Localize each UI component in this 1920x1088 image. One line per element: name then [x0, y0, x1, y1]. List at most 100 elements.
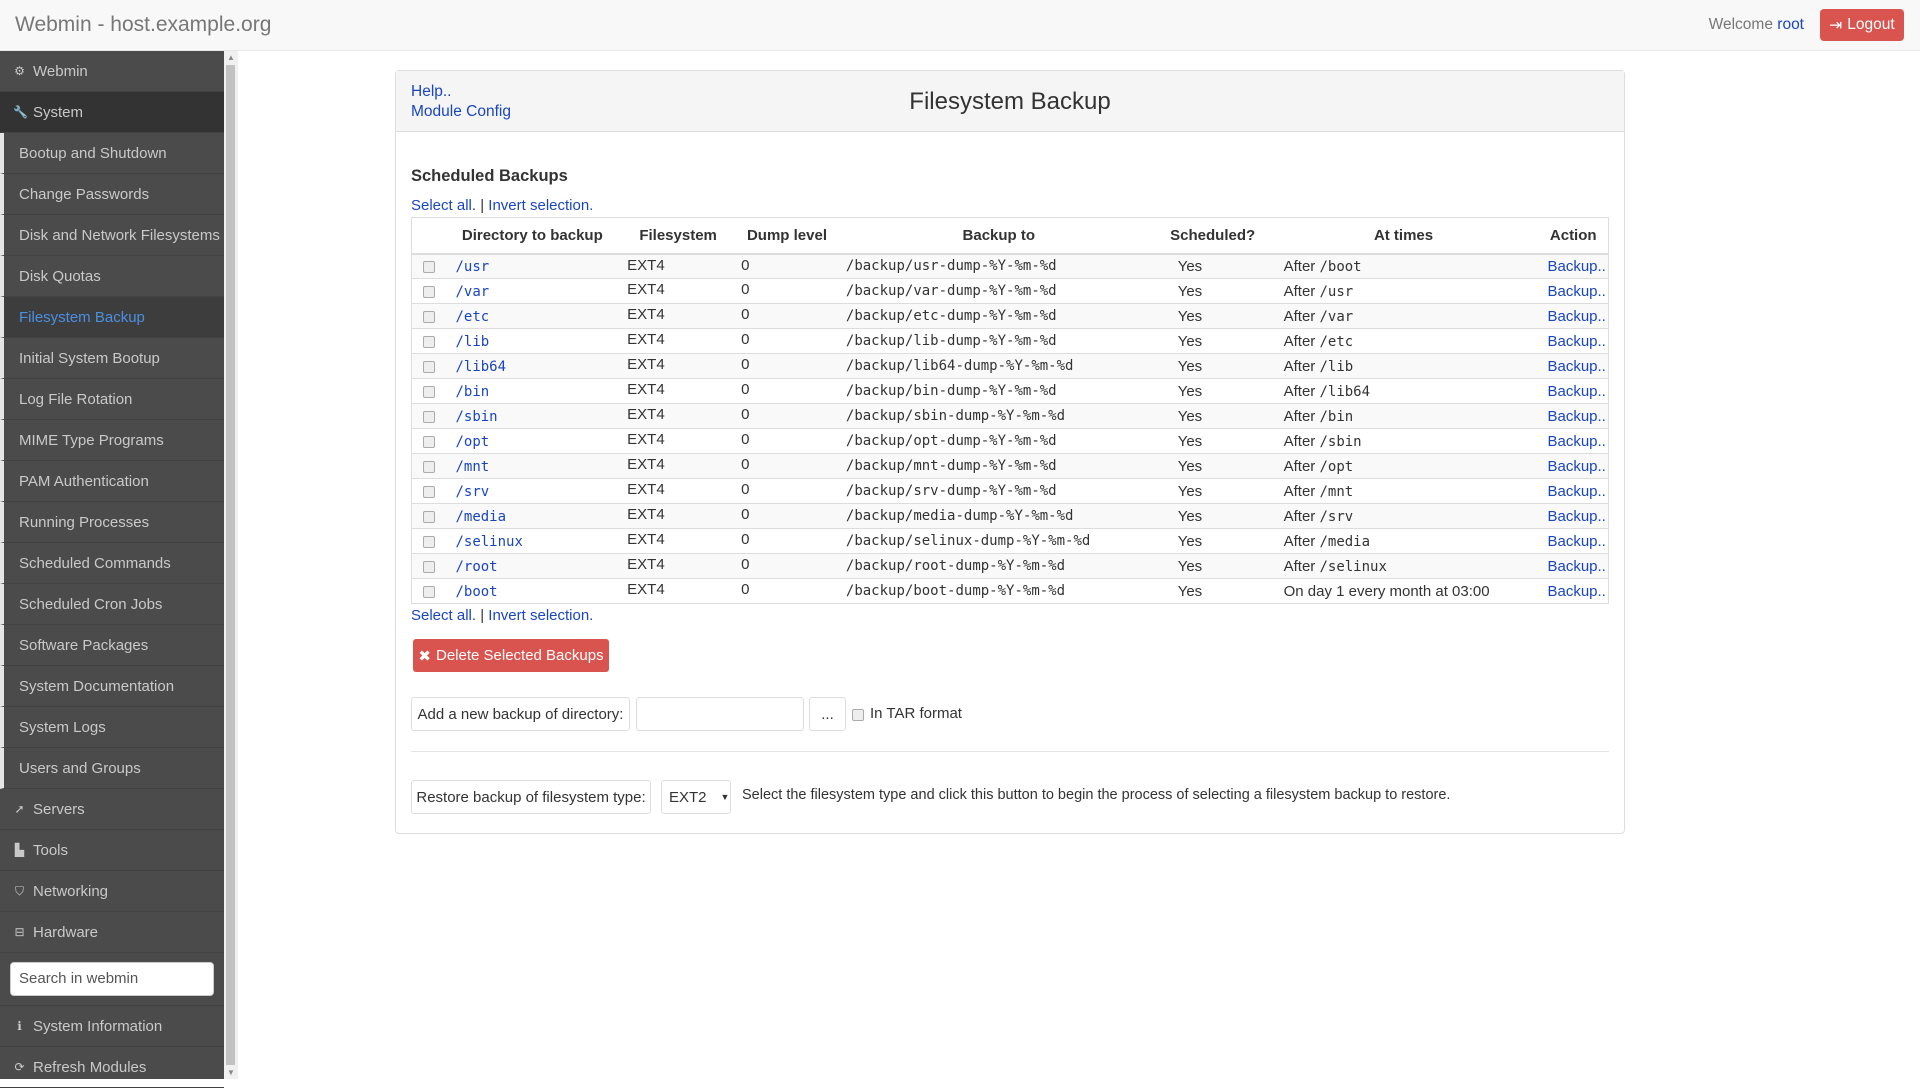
column-header: Dump level — [733, 217, 841, 255]
row-checkbox[interactable] — [423, 535, 435, 548]
directory-link[interactable]: /mnt — [455, 459, 489, 475]
checkbox-cell — [411, 278, 442, 304]
sidebar-category-networking[interactable]: ⛉ Networking — [0, 871, 224, 912]
invert-selection-link[interactable]: Invert selection. — [488, 197, 593, 214]
sidebar-item-filesystem-backup[interactable]: Filesystem Backup — [0, 297, 224, 338]
backup-now-link[interactable]: Backup.. — [1547, 583, 1605, 600]
row-checkbox[interactable] — [423, 310, 435, 323]
row-checkbox[interactable] — [423, 510, 435, 523]
browse-button[interactable]: ... — [809, 697, 846, 731]
scroll-down-icon[interactable]: ▼ — [227, 1068, 235, 1077]
sidebar-item-refresh-modules[interactable]: ⟳ Refresh Modules — [0, 1047, 224, 1088]
sidebar-item-system-logs[interactable]: System Logs — [0, 707, 224, 748]
add-backup-button[interactable]: Add a new backup of directory: — [411, 697, 630, 731]
backup-now-link[interactable]: Backup.. — [1547, 283, 1605, 300]
directory-cell: /mnt — [441, 453, 624, 479]
row-checkbox[interactable] — [423, 485, 435, 498]
backup-now-link[interactable]: Backup.. — [1547, 258, 1605, 275]
directory-link[interactable]: /boot — [455, 584, 497, 600]
sidebar-item-disk-quotas[interactable]: Disk Quotas — [0, 256, 224, 297]
tar-format-checkbox[interactable] — [852, 709, 864, 721]
row-checkbox[interactable] — [423, 460, 435, 473]
sidebar-item-running-processes[interactable]: Running Processes — [0, 502, 224, 543]
row-checkbox[interactable] — [423, 335, 435, 348]
directory-link[interactable]: /lib64 — [455, 359, 506, 375]
sidebar-category-tools[interactable]: ▙ Tools — [0, 830, 224, 871]
directory-link[interactable]: /opt — [455, 434, 489, 450]
scheduled-cell: Yes — [1156, 453, 1269, 479]
row-checkbox[interactable] — [423, 560, 435, 573]
filesystem-type-select[interactable]: EXT2 ▼ — [661, 780, 731, 814]
directory-input[interactable] — [636, 697, 804, 731]
directory-link[interactable]: /var — [455, 284, 489, 300]
scroll-up-icon[interactable]: ▲ — [227, 53, 235, 62]
select-all-link[interactable]: Select all. — [411, 197, 476, 214]
directory-link[interactable]: /etc — [455, 309, 489, 325]
restore-backup-button[interactable]: Restore backup of filesystem type: — [411, 780, 651, 814]
backup-now-link[interactable]: Backup.. — [1547, 358, 1605, 375]
directory-link[interactable]: /selinux — [455, 534, 522, 550]
sidebar-category-webmin[interactable]: ⚙ Webmin — [0, 51, 224, 92]
sidebar-category-system[interactable]: 🔧 System — [0, 92, 224, 133]
scheduled-cell: Yes — [1156, 503, 1269, 529]
search-input[interactable] — [10, 962, 214, 996]
row-checkbox[interactable] — [423, 435, 435, 448]
sidebar-scrollbar[interactable]: ▲ ▼ — [224, 51, 238, 1079]
sidebar-item-system-documentation[interactable]: System Documentation — [0, 666, 224, 707]
filesystem-cell: EXT4 — [623, 253, 734, 279]
invert-selection-link[interactable]: Invert selection. — [488, 607, 593, 624]
sidebar-item-disk-and-network-filesystems[interactable]: Disk and Network Filesystems — [0, 215, 224, 256]
table-row: /opt EXT4 0/backup/opt-dump-%Y-%m-%d Yes Aft… — [411, 428, 1609, 454]
restore-help-text: Select the filesystem type and click thi… — [742, 787, 1451, 803]
sidebar-item-scheduled-commands[interactable]: Scheduled Commands — [0, 543, 224, 584]
backup-now-link[interactable]: Backup.. — [1547, 558, 1605, 575]
checkbox-cell — [411, 478, 442, 504]
directory-link[interactable]: /media — [455, 509, 506, 525]
row-checkbox[interactable] — [423, 260, 435, 273]
sidebar-category-hardware-label: Hardware — [33, 923, 99, 941]
delete-selected-button[interactable]: ✖ Delete Selected Backups — [413, 639, 609, 672]
directory-link[interactable]: /usr — [455, 259, 489, 275]
logout-button[interactable]: ⇥ Logout — [1820, 9, 1904, 41]
backup-now-link[interactable]: Backup.. — [1547, 533, 1605, 550]
backup-now-link[interactable]: Backup.. — [1547, 483, 1605, 500]
backup-now-link[interactable]: Backup.. — [1547, 333, 1605, 350]
action-cell: Backup.. — [1538, 303, 1609, 329]
directory-link[interactable]: /lib — [455, 334, 489, 350]
sidebar-item-log-file-rotation[interactable]: Log File Rotation — [0, 379, 224, 420]
backup-now-link[interactable]: Backup.. — [1547, 308, 1605, 325]
row-checkbox[interactable] — [423, 285, 435, 298]
column-header: Filesystem — [623, 217, 734, 255]
backup-now-link[interactable]: Backup.. — [1547, 508, 1605, 525]
row-checkbox[interactable] — [423, 385, 435, 398]
directory-link[interactable]: /root — [455, 559, 497, 575]
directory-link[interactable]: /sbin — [455, 409, 497, 425]
sidebar-item-software-packages[interactable]: Software Packages — [0, 625, 224, 666]
sidebar-item-change-passwords[interactable]: Change Passwords — [0, 174, 224, 215]
sidebar-item-scheduled-cron-jobs[interactable]: Scheduled Cron Jobs — [0, 584, 224, 625]
dump-level-cell: 0 — [733, 528, 841, 554]
file-icon: ▙ — [14, 843, 25, 857]
row-checkbox[interactable] — [423, 410, 435, 423]
sidebar-item-mime-type-programs[interactable]: MIME Type Programs — [0, 420, 224, 461]
after-directory: /usr — [1319, 283, 1354, 300]
sidebar-item-pam-authentication[interactable]: PAM Authentication — [0, 461, 224, 502]
select-all-link[interactable]: Select all. — [411, 607, 476, 624]
scrollbar-thumb[interactable] — [226, 65, 235, 1065]
sidebar-category-servers[interactable]: ➚ Servers — [0, 789, 224, 830]
backup-now-link[interactable]: Backup.. — [1547, 433, 1605, 450]
directory-link[interactable]: /srv — [455, 484, 489, 500]
user-link[interactable]: root — [1777, 16, 1804, 33]
backup-now-link[interactable]: Backup.. — [1547, 458, 1605, 475]
backup-now-link[interactable]: Backup.. — [1547, 383, 1605, 400]
sidebar-item-bootup-and-shutdown[interactable]: Bootup and Shutdown — [0, 133, 224, 174]
backup-now-link[interactable]: Backup.. — [1547, 408, 1605, 425]
sidebar-item-users-and-groups[interactable]: Users and Groups — [0, 748, 224, 789]
directory-link[interactable]: /bin — [455, 384, 489, 400]
sidebar-item-initial-system-bootup[interactable]: Initial System Bootup — [0, 338, 224, 379]
row-checkbox[interactable] — [423, 360, 435, 373]
sidebar-item-system-information[interactable]: ℹ System Information — [0, 1006, 224, 1047]
row-checkbox[interactable] — [423, 585, 435, 598]
sidebar-category-hardware[interactable]: ⊟ Hardware — [0, 912, 224, 953]
scheduled-cell: Yes — [1156, 528, 1269, 554]
